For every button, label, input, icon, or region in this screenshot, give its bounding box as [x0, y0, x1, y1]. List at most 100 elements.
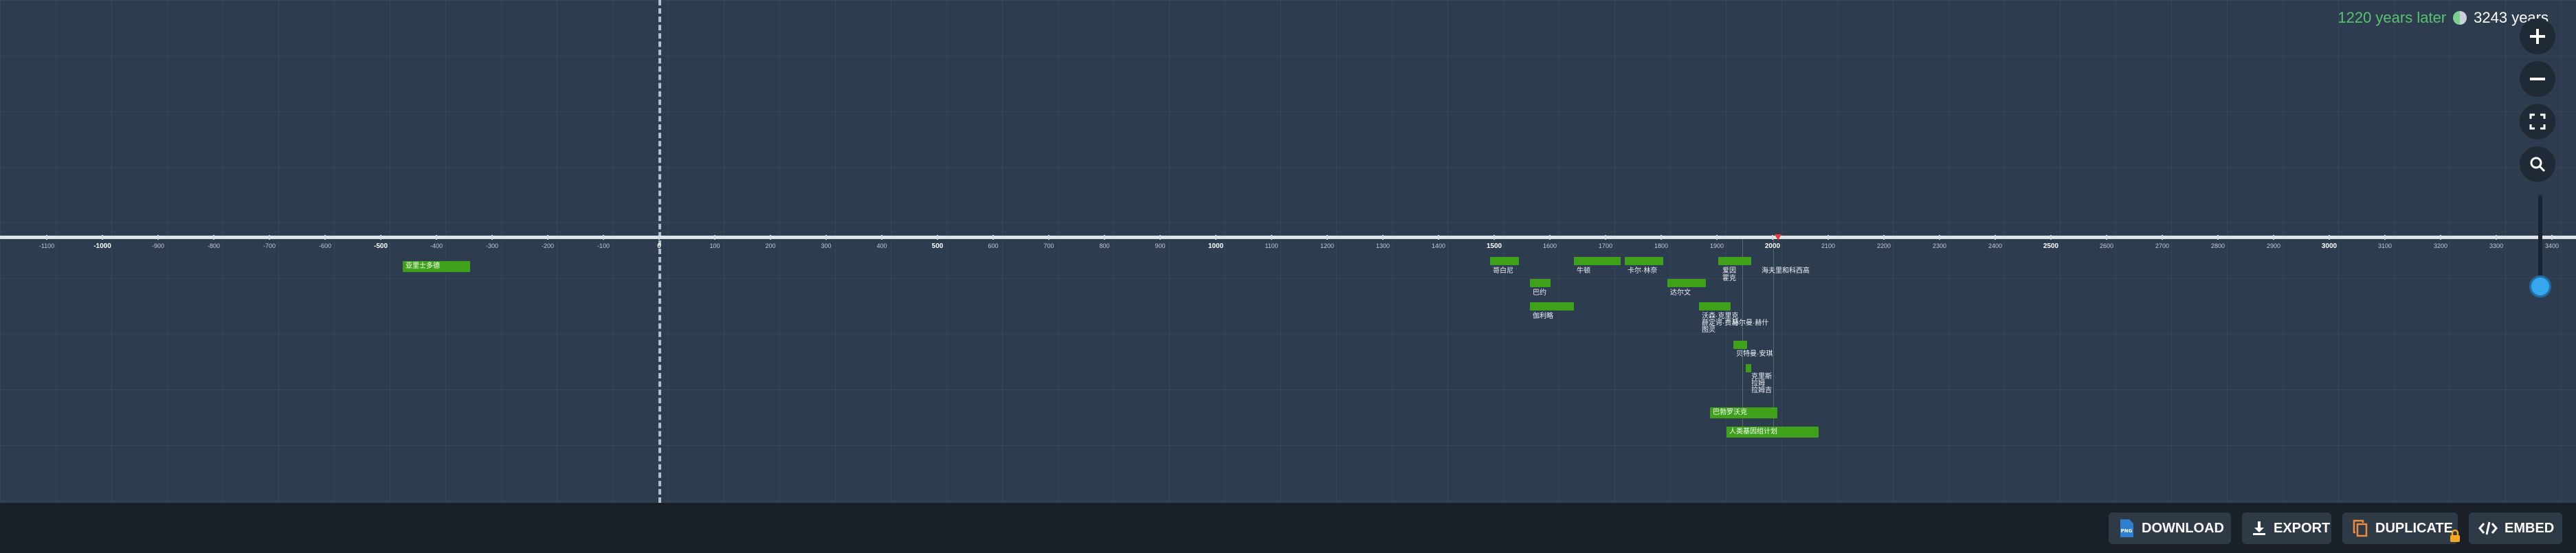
event-label: 卡尔·林奈 [1628, 267, 1658, 275]
axis-tick-label: 900 [1155, 242, 1166, 249]
axis-tick [1048, 235, 1050, 240]
event-label: 贝特曼·安琪 [1736, 350, 1773, 358]
axis-tick-label: -1000 [93, 242, 111, 250]
event-label: 牛顿 [1577, 267, 1590, 275]
axis-tick-label: 2100 [1821, 242, 1836, 249]
minus-icon [2530, 78, 2545, 80]
axis-tick [1939, 235, 1940, 240]
event-bar[interactable] [1667, 279, 1706, 287]
axis-tick [1271, 235, 1272, 240]
axis-tick [269, 235, 270, 240]
axis-tick [157, 235, 159, 240]
axis-tick-label: 1800 [1654, 242, 1669, 249]
axis-tick [937, 235, 938, 240]
embed-button[interactable]: EMBED [2469, 512, 2562, 544]
axis-tick [1494, 235, 1495, 240]
zoom-slider-handle[interactable] [2529, 275, 2551, 297]
axis-tick [213, 235, 214, 240]
event-bar[interactable] [1574, 257, 1621, 265]
axis-tick-label: 3100 [2377, 242, 2392, 249]
fullscreen-icon [2529, 113, 2546, 130]
event-bar[interactable] [1746, 364, 1751, 372]
event-bar[interactable] [1490, 257, 1519, 265]
timeline-canvas[interactable]: -1100 -1000 -900 -800 -700 -600 -500 -400 -300 -2… [0, 0, 2576, 503]
event-bar[interactable]: 巴勃罗沃克 [1710, 407, 1777, 418]
axis-tick-label: 3000 [2321, 242, 2338, 250]
event-label: 赫尔曼·赫什 [1732, 319, 1769, 327]
axis-tick-label: 2300 [1932, 242, 1947, 249]
search-button[interactable] [2520, 146, 2555, 182]
event-bar[interactable]: 亚里士多德 [403, 261, 470, 272]
lock-icon [2449, 529, 2461, 543]
time-span-status: 1220 years later 3243 years [2338, 9, 2549, 27]
axis-tick [1159, 235, 1161, 240]
axis-tick-label: 0 [657, 242, 661, 250]
axis-tick [2273, 235, 2274, 240]
axis-tick [380, 235, 381, 240]
axis-tick-label: 1300 [1375, 242, 1390, 249]
download-label: DOWNLOAD [2142, 520, 2224, 536]
axis-tick [1828, 235, 1829, 240]
axis-tick-label: 2500 [2043, 242, 2059, 250]
download-icon [2252, 521, 2267, 536]
event-label: 拉姆吉 [1751, 387, 1772, 394]
event-bar[interactable] [1625, 257, 1663, 265]
axis-tick-label: 1900 [1709, 242, 1724, 249]
export-button[interactable]: EXPORT [2242, 512, 2331, 544]
reference-line [1742, 239, 1743, 431]
svg-text:PNG: PNG [2121, 528, 2133, 534]
duplicate-label: DUPLICATE [2375, 520, 2453, 536]
axis-tick [1215, 235, 1217, 240]
download-button[interactable]: PNG DOWNLOAD [2109, 512, 2231, 544]
axis-tick-label: -600 [318, 242, 332, 249]
axis-tick [1549, 235, 1551, 240]
axis-tick-label: -700 [263, 242, 276, 249]
axis-tick-label: 700 [1043, 242, 1054, 249]
event-bar[interactable] [1718, 257, 1751, 265]
axis-tick [2050, 235, 2052, 240]
axis-tick [2551, 235, 2553, 240]
axis-tick [2106, 235, 2107, 240]
event-bar[interactable] [1530, 302, 1574, 311]
axis-tick [436, 235, 437, 240]
duplicate-button[interactable]: DUPLICATE [2342, 512, 2458, 544]
axis-tick-label: -500 [373, 242, 388, 250]
event-bar[interactable] [1530, 279, 1551, 287]
copy-icon [2352, 519, 2368, 537]
axis-tick [1438, 235, 1439, 240]
axis-tick-label: 800 [1099, 242, 1110, 249]
axis-tick [324, 235, 326, 240]
event-label: 霍克 [1722, 275, 1736, 282]
zoom-in-button[interactable] [2520, 19, 2555, 54]
axis-tick [2217, 235, 2219, 240]
code-icon [2478, 521, 2498, 536]
axis-tick [547, 235, 548, 240]
event-bar[interactable] [1699, 302, 1731, 311]
event-bar[interactable]: 人类基因组计划 [1726, 427, 1819, 438]
zoom-out-button[interactable] [2520, 61, 2555, 97]
png-file-icon: PNG [2118, 519, 2135, 538]
axis-tick [825, 235, 827, 240]
axis-tick-label: 1500 [1486, 242, 1502, 250]
span-toggle-icon[interactable] [2453, 11, 2467, 25]
axis-tick [881, 235, 882, 240]
axis-tick [1661, 235, 1662, 240]
axis-tick [992, 235, 994, 240]
timeline-axis [0, 236, 2576, 239]
axis-tick-label: 1200 [1320, 242, 1335, 249]
axis-tick [1382, 235, 1384, 240]
axis-tick [491, 235, 493, 240]
axis-tick [1995, 235, 1996, 240]
axis-tick-label: -300 [485, 242, 499, 249]
zoom-slider-track[interactable] [2538, 195, 2542, 286]
embed-label: EMBED [2505, 520, 2555, 536]
event-bar[interactable] [1733, 341, 1747, 349]
axis-tick-label: 3300 [2489, 242, 2504, 249]
axis-tick [1883, 235, 1885, 240]
axis-tick-label: 500 [931, 242, 944, 250]
axis-tick-label: 1600 [1542, 242, 1557, 249]
event-label: 伽利略 [1533, 313, 1553, 320]
axis-tick-label: -800 [207, 242, 221, 249]
fullscreen-button[interactable] [2520, 104, 2555, 139]
axis-tick [2329, 235, 2330, 240]
